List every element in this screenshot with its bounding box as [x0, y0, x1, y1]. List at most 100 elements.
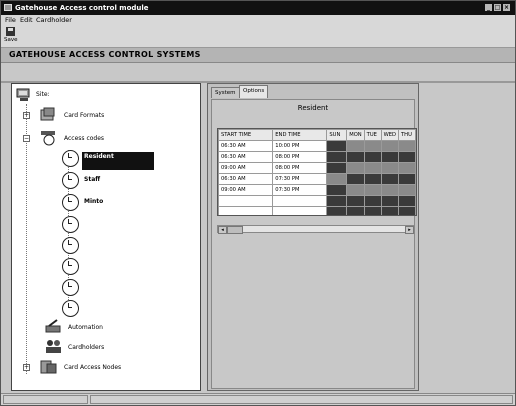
menu-cardholder[interactable]: Cardholder — [36, 15, 72, 25]
day-toggle-cell[interactable] — [398, 206, 416, 215]
table-row[interactable]: 09:00 AM 08:00 PM — [218, 162, 416, 174]
start-time-cell[interactable]: 06:30 AM — [218, 173, 274, 185]
day-toggle-cell[interactable] — [380, 173, 400, 185]
app-icon — [4, 4, 12, 11]
day-toggle-cell[interactable] — [363, 184, 382, 196]
clock-icon[interactable] — [62, 300, 79, 317]
day-toggle-cell[interactable] — [326, 140, 348, 152]
day-toggle-cell[interactable] — [326, 195, 348, 207]
day-toggle-cell[interactable] — [346, 162, 365, 174]
day-toggle-cell[interactable] — [326, 184, 348, 196]
maximize-icon[interactable]: □ — [494, 4, 501, 11]
collapse-access-codes-icon[interactable]: − — [23, 135, 30, 142]
day-toggle-cell[interactable] — [363, 195, 382, 207]
toolbar: Save — [1, 25, 515, 48]
day-toggle-cell[interactable] — [398, 184, 416, 196]
table-row[interactable]: 06:30 AM 10:00 PM — [218, 140, 416, 152]
day-toggle-cell[interactable] — [363, 162, 382, 174]
day-toggle-cell[interactable] — [380, 195, 400, 207]
day-toggle-cell[interactable] — [326, 173, 348, 185]
start-time-cell[interactable]: 09:00 AM — [218, 162, 274, 174]
day-toggle-cell[interactable] — [380, 184, 400, 196]
window-title: Gatehouse Access control module — [15, 4, 149, 12]
page-title: GATEHOUSE ACCESS CONTROL SYSTEMS — [9, 50, 201, 59]
automation-icon — [45, 319, 61, 333]
day-toggle-cell[interactable] — [363, 151, 382, 163]
app-window: Gatehouse Access control module _ □ × Fi… — [0, 0, 516, 406]
close-icon[interactable]: × — [503, 4, 510, 11]
day-toggle-cell[interactable] — [363, 173, 382, 185]
card-access-nodes-icon — [40, 360, 57, 374]
status-segment — [3, 395, 88, 404]
start-time-cell[interactable]: 09:00 AM — [218, 184, 274, 196]
start-time-cell[interactable]: 06:30 AM — [218, 140, 274, 152]
day-toggle-cell[interactable] — [398, 195, 416, 207]
minimize-icon[interactable]: _ — [485, 4, 492, 11]
tree-item-staff[interactable]: Staff — [84, 176, 100, 183]
day-toggle-cell[interactable] — [363, 206, 382, 215]
start-time-cell[interactable] — [218, 195, 274, 207]
day-toggle-cell[interactable] — [346, 151, 365, 163]
day-toggle-cell[interactable] — [346, 184, 365, 196]
day-toggle-cell[interactable] — [363, 140, 382, 152]
day-toggle-cell[interactable] — [346, 173, 365, 185]
day-toggle-cell[interactable] — [326, 162, 348, 174]
table-row[interactable] — [218, 206, 416, 215]
clock-icon[interactable] — [62, 279, 79, 296]
menu-edit[interactable]: Edit — [20, 15, 33, 25]
end-time-cell[interactable]: 07:30 PM — [272, 184, 328, 196]
day-toggle-cell[interactable] — [380, 206, 400, 215]
expand-card-access-nodes-icon[interactable]: + — [23, 364, 30, 371]
end-time-cell[interactable] — [272, 206, 328, 215]
day-toggle-cell[interactable] — [326, 151, 348, 163]
scroll-thumb[interactable] — [227, 226, 243, 234]
tab-options[interactable]: Options — [239, 85, 269, 98]
expand-card-formats-icon[interactable]: + — [23, 112, 30, 119]
floppy-disk-icon — [6, 27, 15, 36]
table-row[interactable]: 06:30 AM 07:30 PM — [218, 173, 416, 185]
end-time-cell[interactable]: 08:00 PM — [272, 151, 328, 163]
schedule-table: START TIME END TIME SUN MON TUE WED THU 06:30 … — [218, 129, 416, 215]
table-row[interactable] — [218, 195, 416, 207]
clock-icon[interactable] — [62, 237, 79, 254]
end-time-cell[interactable] — [272, 195, 328, 207]
day-toggle-cell[interactable] — [380, 140, 400, 152]
scroll-right-icon[interactable]: ▸ — [405, 226, 414, 234]
horizontal-scrollbar[interactable]: ◂ ▸ — [217, 225, 415, 234]
day-toggle-cell[interactable] — [326, 206, 348, 215]
table-row[interactable]: 06:30 AM 08:00 PM — [218, 151, 416, 163]
tab-system[interactable]: System — [211, 87, 240, 98]
day-toggle-cell[interactable] — [346, 140, 365, 152]
column-header: THU — [398, 129, 416, 141]
menu-file[interactable]: File — [5, 15, 16, 25]
day-toggle-cell[interactable] — [380, 162, 400, 174]
card-formats-icon — [40, 107, 55, 121]
status-segment — [90, 395, 513, 404]
end-time-cell[interactable]: 08:00 PM — [272, 162, 328, 174]
day-toggle-cell[interactable] — [398, 162, 416, 174]
status-bar — [1, 393, 515, 405]
day-toggle-cell[interactable] — [346, 195, 365, 207]
column-header: TUE — [363, 129, 382, 141]
table-row[interactable]: 09:00 AM 07:30 PM — [218, 184, 416, 196]
tree-label-automation: Automation — [68, 324, 103, 331]
end-time-cell[interactable]: 10:00 PM — [272, 140, 328, 152]
day-toggle-cell[interactable] — [380, 151, 400, 163]
day-toggle-cell[interactable] — [398, 140, 416, 152]
clock-icon[interactable] — [62, 258, 79, 275]
tree-item-resident[interactable]: Resident — [82, 152, 154, 170]
end-time-cell[interactable]: 07:30 PM — [272, 173, 328, 185]
scroll-left-icon[interactable]: ◂ — [218, 226, 227, 234]
day-toggle-cell[interactable] — [398, 173, 416, 185]
schedule-header-row: START TIME END TIME SUN MON TUE WED THU — [218, 129, 416, 141]
day-toggle-cell[interactable] — [346, 206, 365, 215]
start-time-cell[interactable]: 06:30 AM — [218, 151, 274, 163]
tree-label-card-access-nodes: Card Access Nodes — [64, 364, 122, 371]
schedule-title: Resident — [297, 104, 329, 112]
start-time-cell[interactable] — [218, 206, 274, 215]
tree-item-minto[interactable]: Minto — [84, 198, 103, 205]
day-toggle-cell[interactable] — [398, 151, 416, 163]
tree-label-site: Site: — [36, 91, 50, 98]
clock-icon[interactable] — [62, 216, 79, 233]
clock-icon — [62, 194, 79, 211]
